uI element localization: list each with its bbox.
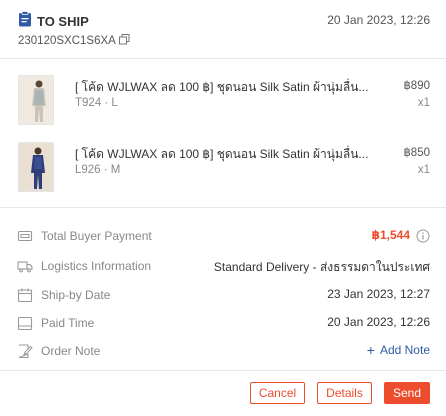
details-button[interactable]: Details xyxy=(317,382,372,404)
product-item[interactable]: [ โค้ด WJLWAX ลด 100 ฿] ชุดนอน Silk Sati… xyxy=(0,142,446,194)
order-id-text: 230120SXC1S6XA xyxy=(18,35,116,47)
product-thumbnail[interactable] xyxy=(18,75,54,125)
send-button[interactable]: Send xyxy=(384,382,430,404)
logistics-row: Logistics Information Standard Delivery … xyxy=(0,256,446,276)
product-title[interactable]: [ โค้ด WJLWAX ลด 100 ฿] ชุดนอน Silk Sati… xyxy=(75,78,390,97)
paid-time-value: 20 Jan 2023, 12:26 xyxy=(327,315,430,329)
divider xyxy=(0,207,446,208)
logistics-value: Standard Delivery - ส่งธรรมดาในประเทศ xyxy=(213,260,430,274)
plus-icon: + xyxy=(366,342,375,358)
clipboard-icon xyxy=(18,11,32,32)
note-icon xyxy=(17,343,33,359)
order-note-label: Order Note xyxy=(41,344,101,358)
add-note-link[interactable]: + Add Note xyxy=(367,343,430,357)
payment-icon xyxy=(17,228,33,244)
product-price: ฿890 xyxy=(403,80,430,92)
ship-by-value: 23 Jan 2023, 12:27 xyxy=(327,287,430,301)
paid-time-label: Paid Time xyxy=(41,316,95,330)
cancel-button[interactable]: Cancel xyxy=(250,382,305,404)
calendar-icon xyxy=(17,287,33,303)
order-header: TO SHIP 20 Jan 2023, 12:26 230120SXC1S6X… xyxy=(0,0,446,56)
product-variant: L926 · M xyxy=(75,164,121,176)
product-item[interactable]: [ โค้ด WJLWAX ลด 100 ฿] ชุดนอน Silk Sati… xyxy=(0,75,446,127)
product-variant: T924 · L xyxy=(75,97,118,109)
copy-icon[interactable] xyxy=(118,34,130,48)
product-price: ฿850 xyxy=(403,147,430,159)
info-icon[interactable] xyxy=(416,229,430,248)
payment-label: Total Buyer Payment xyxy=(41,229,152,243)
order-time: 20 Jan 2023, 12:26 xyxy=(327,13,430,27)
product-quantity: x1 xyxy=(417,97,430,109)
order-id: 230120SXC1S6XA xyxy=(18,34,130,48)
calendar-check-icon xyxy=(17,315,33,331)
product-thumbnail[interactable] xyxy=(18,142,54,192)
product-quantity: x1 xyxy=(417,164,430,176)
order-note-row: Order Note + Add Note xyxy=(0,341,446,361)
order-status-label: TO SHIP xyxy=(37,14,89,29)
divider xyxy=(0,58,446,59)
paid-time-row: Paid Time 20 Jan 2023, 12:26 xyxy=(0,313,446,333)
add-note-label: Add Note xyxy=(379,343,430,357)
order-status: TO SHIP xyxy=(18,11,89,32)
truck-icon xyxy=(17,258,33,274)
divider xyxy=(0,370,446,371)
ship-by-label: Ship-by Date xyxy=(41,288,111,302)
logistics-label: Logistics Information xyxy=(41,259,152,273)
payment-row: Total Buyer Payment ฿1,544 xyxy=(0,226,446,246)
payment-value: ฿1,544 xyxy=(371,228,410,242)
ship-by-row: Ship-by Date 23 Jan 2023, 12:27 xyxy=(0,285,446,305)
product-title[interactable]: [ โค้ด WJLWAX ลด 100 ฿] ชุดนอน Silk Sati… xyxy=(75,145,390,164)
